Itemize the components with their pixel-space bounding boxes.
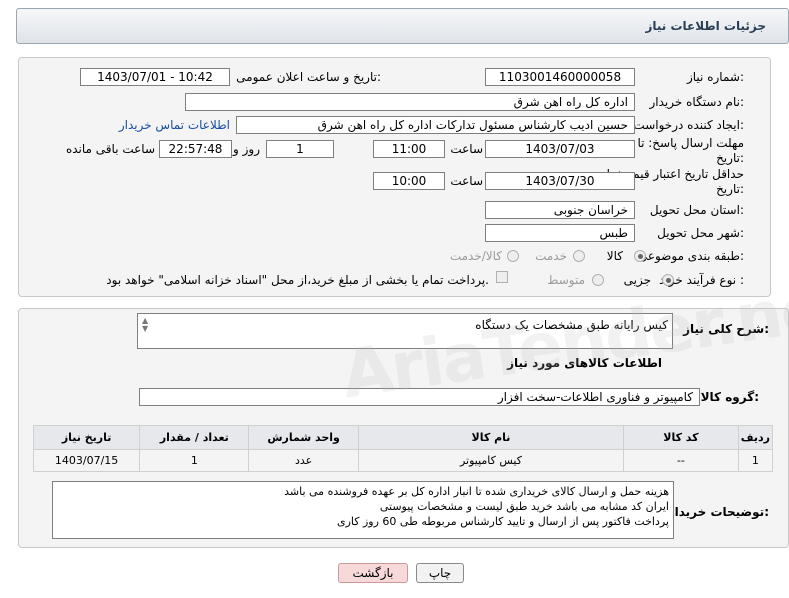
need-number-field: 1103001460000058 xyxy=(485,68,635,86)
category-radio-goods-service[interactable] xyxy=(507,250,519,262)
buyer-org-field: اداره کل راه اهن شرق xyxy=(185,93,635,111)
scroll-arrows-icon[interactable]: ▲ ▼ xyxy=(142,317,148,333)
remaining-time-field: 22:57:48 xyxy=(159,140,232,158)
table-row: 1 -- کیس کامپیوتر عدد 1 1403/07/15 xyxy=(32,449,774,472)
page-title: جزئیات اطلاعات نیاز xyxy=(645,19,766,33)
items-table: ردیف کد کالا نام کالا واحد شمارش تعداد /… xyxy=(32,425,774,472)
reply-time-label: ساعت xyxy=(450,142,483,156)
city-field: طبس xyxy=(485,224,635,242)
table-header-row: ردیف کد کالا نام کالا واحد شمارش تعداد /… xyxy=(32,425,774,450)
payment-note: پرداخت تمام یا بخشی از مبلغ خرید،از محل … xyxy=(106,273,489,287)
col-qty-header: تعداد / مقدار xyxy=(139,425,250,450)
category-radio-service[interactable] xyxy=(573,250,585,262)
goods-group-label: گروه کالا: xyxy=(700,390,759,404)
buyer-notes-line-1: هزینه حمل و ارسال کالای خریداری شده تا ا… xyxy=(284,485,669,498)
reply-date-field: 1403/07/03 xyxy=(485,140,635,158)
buyer-notes-line-3: پرداخت فاکتور پس از ارسال و تایید کارشنا… xyxy=(336,515,669,528)
row-cell-index: 1 xyxy=(737,449,774,472)
purchase-option-medium: متوسط xyxy=(547,273,585,287)
col-unit-header: واحد شمارش xyxy=(248,425,359,450)
buyer-notes-label: توضیحات خریدار: xyxy=(667,505,769,519)
purchase-radio-minor[interactable] xyxy=(662,274,674,286)
back-button[interactable]: بازگشت xyxy=(338,563,408,583)
buyer-contact-link[interactable]: اطلاعات تماس خریدار xyxy=(119,118,230,132)
reply-deadline-label: مهلت ارسال پاسخ: تا تاریخ: xyxy=(637,136,744,165)
purchase-option-minor: جزیی xyxy=(623,273,651,287)
row-cell-name: کیس کامپیوتر xyxy=(357,449,625,472)
col-date-header: تاریخ نیاز xyxy=(32,425,141,450)
need-number-label: شماره نیاز: xyxy=(686,70,744,84)
category-option-service: خدمت xyxy=(535,249,567,263)
creator-field: حسین ادیب کارشناس مسئول تدارکات اداره کل… xyxy=(236,116,635,134)
purchase-radio-medium[interactable] xyxy=(592,274,604,286)
days-label: روز و xyxy=(233,142,260,156)
price-date-field: 1403/07/30 xyxy=(485,172,635,190)
remaining-label: ساعت باقی مانده xyxy=(65,142,155,156)
col-row-header: ردیف xyxy=(737,425,774,450)
buyer-org-label: نام دستگاه خریدار: xyxy=(649,95,745,109)
category-option-goods: کالا xyxy=(606,249,623,263)
row-cell-date: 1403/07/15 xyxy=(32,449,141,472)
price-time-label: ساعت xyxy=(450,174,483,188)
province-field: خراسان جنوبی xyxy=(485,201,635,219)
page-header: جزئیات اطلاعات نیاز xyxy=(16,8,789,44)
row-cell-unit: عدد xyxy=(248,449,359,472)
buyer-notes-line-2: ایران کد مشابه می باشد خرید طبق لیست و م… xyxy=(379,500,669,513)
category-radio-goods[interactable] xyxy=(634,250,646,262)
col-name-header: نام کالا xyxy=(357,425,625,450)
creator-label: ایجاد کننده درخواست: xyxy=(633,118,744,132)
category-option-goods-service: کالا/خدمت xyxy=(449,249,502,263)
price-time-field: 10:00 xyxy=(373,172,445,190)
print-button[interactable]: چاپ xyxy=(416,563,464,583)
col-code-header: کد کالا xyxy=(623,425,739,450)
province-label: استان محل تحویل: xyxy=(649,203,744,217)
days-field: 1 xyxy=(266,140,334,158)
row-cell-code: -- xyxy=(623,449,739,472)
treasury-payment-checkbox[interactable] xyxy=(496,271,508,283)
buyer-notes-textarea[interactable]: هزینه حمل و ارسال کالای خریداری شده تا ا… xyxy=(52,481,674,539)
announce-date-field: 1403/07/01 - 10:42 xyxy=(80,68,230,86)
announce-date-label: تاریخ و ساعت اعلان عمومی: xyxy=(236,70,381,84)
row-cell-qty: 1 xyxy=(139,449,250,472)
reply-time-field: 11:00 xyxy=(373,140,445,158)
category-label: طبقه بندی موضوعی: xyxy=(637,249,744,263)
city-label: شهر محل تحویل: xyxy=(657,226,744,240)
